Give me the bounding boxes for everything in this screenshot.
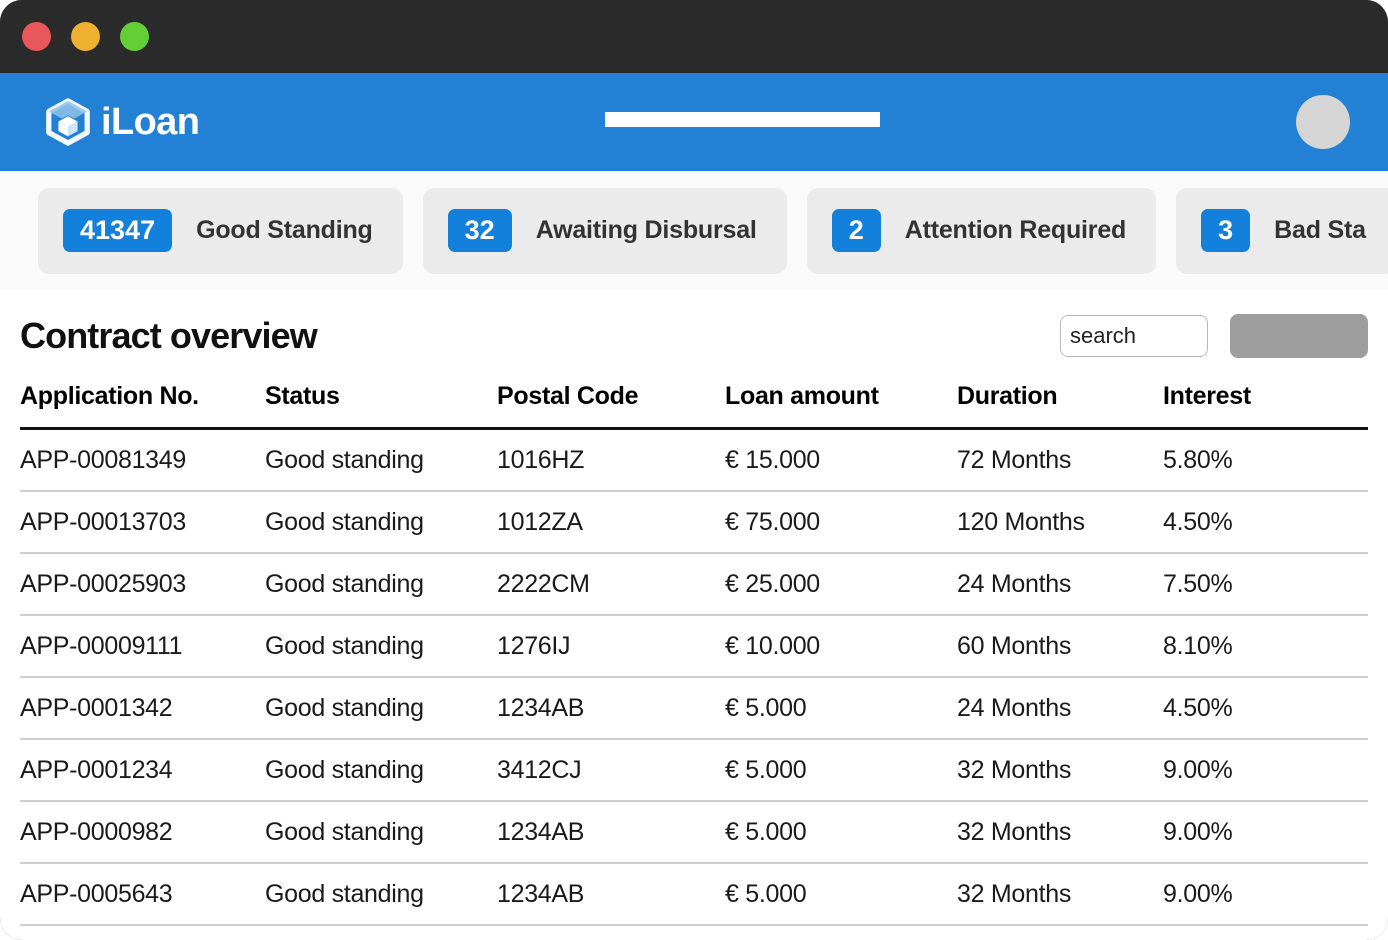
header-skeleton-bar	[605, 112, 880, 127]
status-chip-label: Awaiting Disbursal	[536, 216, 757, 245]
table-row[interactable]: APP-00013703 Good standing 1012ZA € 75.0…	[20, 491, 1368, 553]
cell-interest: 8.10%	[1163, 615, 1368, 677]
content-toolbar	[1060, 314, 1368, 358]
table-row[interactable]: APP-0001234 Good standing 3412CJ € 5.000…	[20, 739, 1368, 801]
cell-application-no: APP-0005643	[20, 863, 265, 925]
cell-loan-amount: € 5.000	[725, 801, 957, 863]
brand-logo[interactable]: iLoan	[44, 98, 199, 146]
cell-interest: 7.50%	[1163, 553, 1368, 615]
cell-status: Good standing	[265, 739, 497, 801]
contracts-table: Application No. Status Postal Code Loan …	[20, 382, 1368, 926]
page-title: Contract overview	[20, 315, 317, 357]
cell-status: Good standing	[265, 801, 497, 863]
content-header: Contract overview	[20, 290, 1368, 382]
cell-postal-code: 1234AB	[497, 863, 725, 925]
cell-duration: 120 Months	[957, 491, 1163, 553]
status-chip-count: 41347	[63, 209, 172, 253]
cell-postal-code: 2222CM	[497, 553, 725, 615]
main-content: Contract overview Application No. Status…	[0, 290, 1388, 926]
column-header-loan-amount[interactable]: Loan amount	[725, 382, 957, 429]
cell-status: Good standing	[265, 491, 497, 553]
cell-application-no: APP-00025903	[20, 553, 265, 615]
cell-loan-amount: € 5.000	[725, 677, 957, 739]
status-chip-count: 2	[832, 209, 881, 253]
page-body: iLoan 41347 Good Standing 32 Awaiting Di…	[0, 73, 1388, 940]
cell-interest: 4.50%	[1163, 491, 1368, 553]
cell-status: Good standing	[265, 553, 497, 615]
cell-loan-amount: € 25.000	[725, 553, 957, 615]
cube-hexagon-logo-icon	[44, 98, 92, 146]
column-header-duration[interactable]: Duration	[957, 382, 1163, 429]
cell-duration: 32 Months	[957, 801, 1163, 863]
status-chip-awaiting-disbursal[interactable]: 32 Awaiting Disbursal	[423, 188, 787, 274]
cell-loan-amount: € 5.000	[725, 863, 957, 925]
cell-loan-amount: € 10.000	[725, 615, 957, 677]
cell-application-no: APP-0000982	[20, 801, 265, 863]
table-row[interactable]: APP-0001342 Good standing 1234AB € 5.000…	[20, 677, 1368, 739]
cell-interest: 9.00%	[1163, 863, 1368, 925]
table-row[interactable]: APP-00081349 Good standing 1016HZ € 15.0…	[20, 429, 1368, 492]
search-input[interactable]	[1060, 315, 1208, 357]
cell-postal-code: 1234AB	[497, 677, 725, 739]
cell-loan-amount: € 15.000	[725, 429, 957, 492]
cell-application-no: APP-0001342	[20, 677, 265, 739]
app-window: iLoan 41347 Good Standing 32 Awaiting Di…	[0, 0, 1388, 940]
cell-duration: 24 Months	[957, 677, 1163, 739]
cell-duration: 24 Months	[957, 553, 1163, 615]
cell-postal-code: 1234AB	[497, 801, 725, 863]
table-header-row: Application No. Status Postal Code Loan …	[20, 382, 1368, 429]
column-header-postal-code[interactable]: Postal Code	[497, 382, 725, 429]
cell-postal-code: 3412CJ	[497, 739, 725, 801]
status-chip-bad-standing[interactable]: 3 Bad Sta	[1176, 188, 1388, 274]
cell-loan-amount: € 75.000	[725, 491, 957, 553]
table-row[interactable]: APP-00009111 Good standing 1276IJ € 10.0…	[20, 615, 1368, 677]
cell-status: Good standing	[265, 429, 497, 492]
minimize-window-icon[interactable]	[71, 22, 100, 51]
status-chip-attention-required[interactable]: 2 Attention Required	[807, 188, 1156, 274]
table-row[interactable]: APP-0000982 Good standing 1234AB € 5.000…	[20, 801, 1368, 863]
brand-name: iLoan	[101, 103, 199, 141]
window-titlebar	[0, 0, 1388, 73]
cell-duration: 32 Months	[957, 739, 1163, 801]
cell-interest: 4.50%	[1163, 677, 1368, 739]
column-header-status[interactable]: Status	[265, 382, 497, 429]
column-header-interest[interactable]: Interest	[1163, 382, 1368, 429]
maximize-window-icon[interactable]	[120, 22, 149, 51]
cell-postal-code: 1016HZ	[497, 429, 725, 492]
status-chip-count: 3	[1201, 209, 1250, 253]
status-chip-label: Bad Sta	[1274, 216, 1366, 245]
status-chip-count: 32	[448, 209, 512, 253]
close-window-icon[interactable]	[22, 22, 51, 51]
cell-application-no: APP-0001234	[20, 739, 265, 801]
column-header-application-no[interactable]: Application No.	[20, 382, 265, 429]
cell-duration: 72 Months	[957, 429, 1163, 492]
cell-duration: 32 Months	[957, 863, 1163, 925]
cell-application-no: APP-00081349	[20, 429, 265, 492]
cell-application-no: APP-00009111	[20, 615, 265, 677]
cell-duration: 60 Months	[957, 615, 1163, 677]
status-chip-strip: 41347 Good Standing 32 Awaiting Disbursa…	[0, 171, 1388, 290]
cell-interest: 9.00%	[1163, 801, 1368, 863]
cell-postal-code: 1276IJ	[497, 615, 725, 677]
table-row[interactable]: APP-0005643 Good standing 1234AB € 5.000…	[20, 863, 1368, 925]
avatar[interactable]	[1296, 95, 1350, 149]
cell-status: Good standing	[265, 677, 497, 739]
cell-application-no: APP-00013703	[20, 491, 265, 553]
toolbar-action-button[interactable]	[1230, 314, 1368, 358]
status-chip-label: Good Standing	[196, 216, 373, 245]
cell-interest: 5.80%	[1163, 429, 1368, 492]
table-row[interactable]: APP-00025903 Good standing 2222CM € 25.0…	[20, 553, 1368, 615]
app-header: iLoan	[0, 73, 1388, 171]
cell-status: Good standing	[265, 615, 497, 677]
cell-interest: 9.00%	[1163, 739, 1368, 801]
status-chip-label: Attention Required	[905, 216, 1126, 245]
cell-status: Good standing	[265, 863, 497, 925]
cell-postal-code: 1012ZA	[497, 491, 725, 553]
cell-loan-amount: € 5.000	[725, 739, 957, 801]
status-chip-good-standing[interactable]: 41347 Good Standing	[38, 188, 403, 274]
